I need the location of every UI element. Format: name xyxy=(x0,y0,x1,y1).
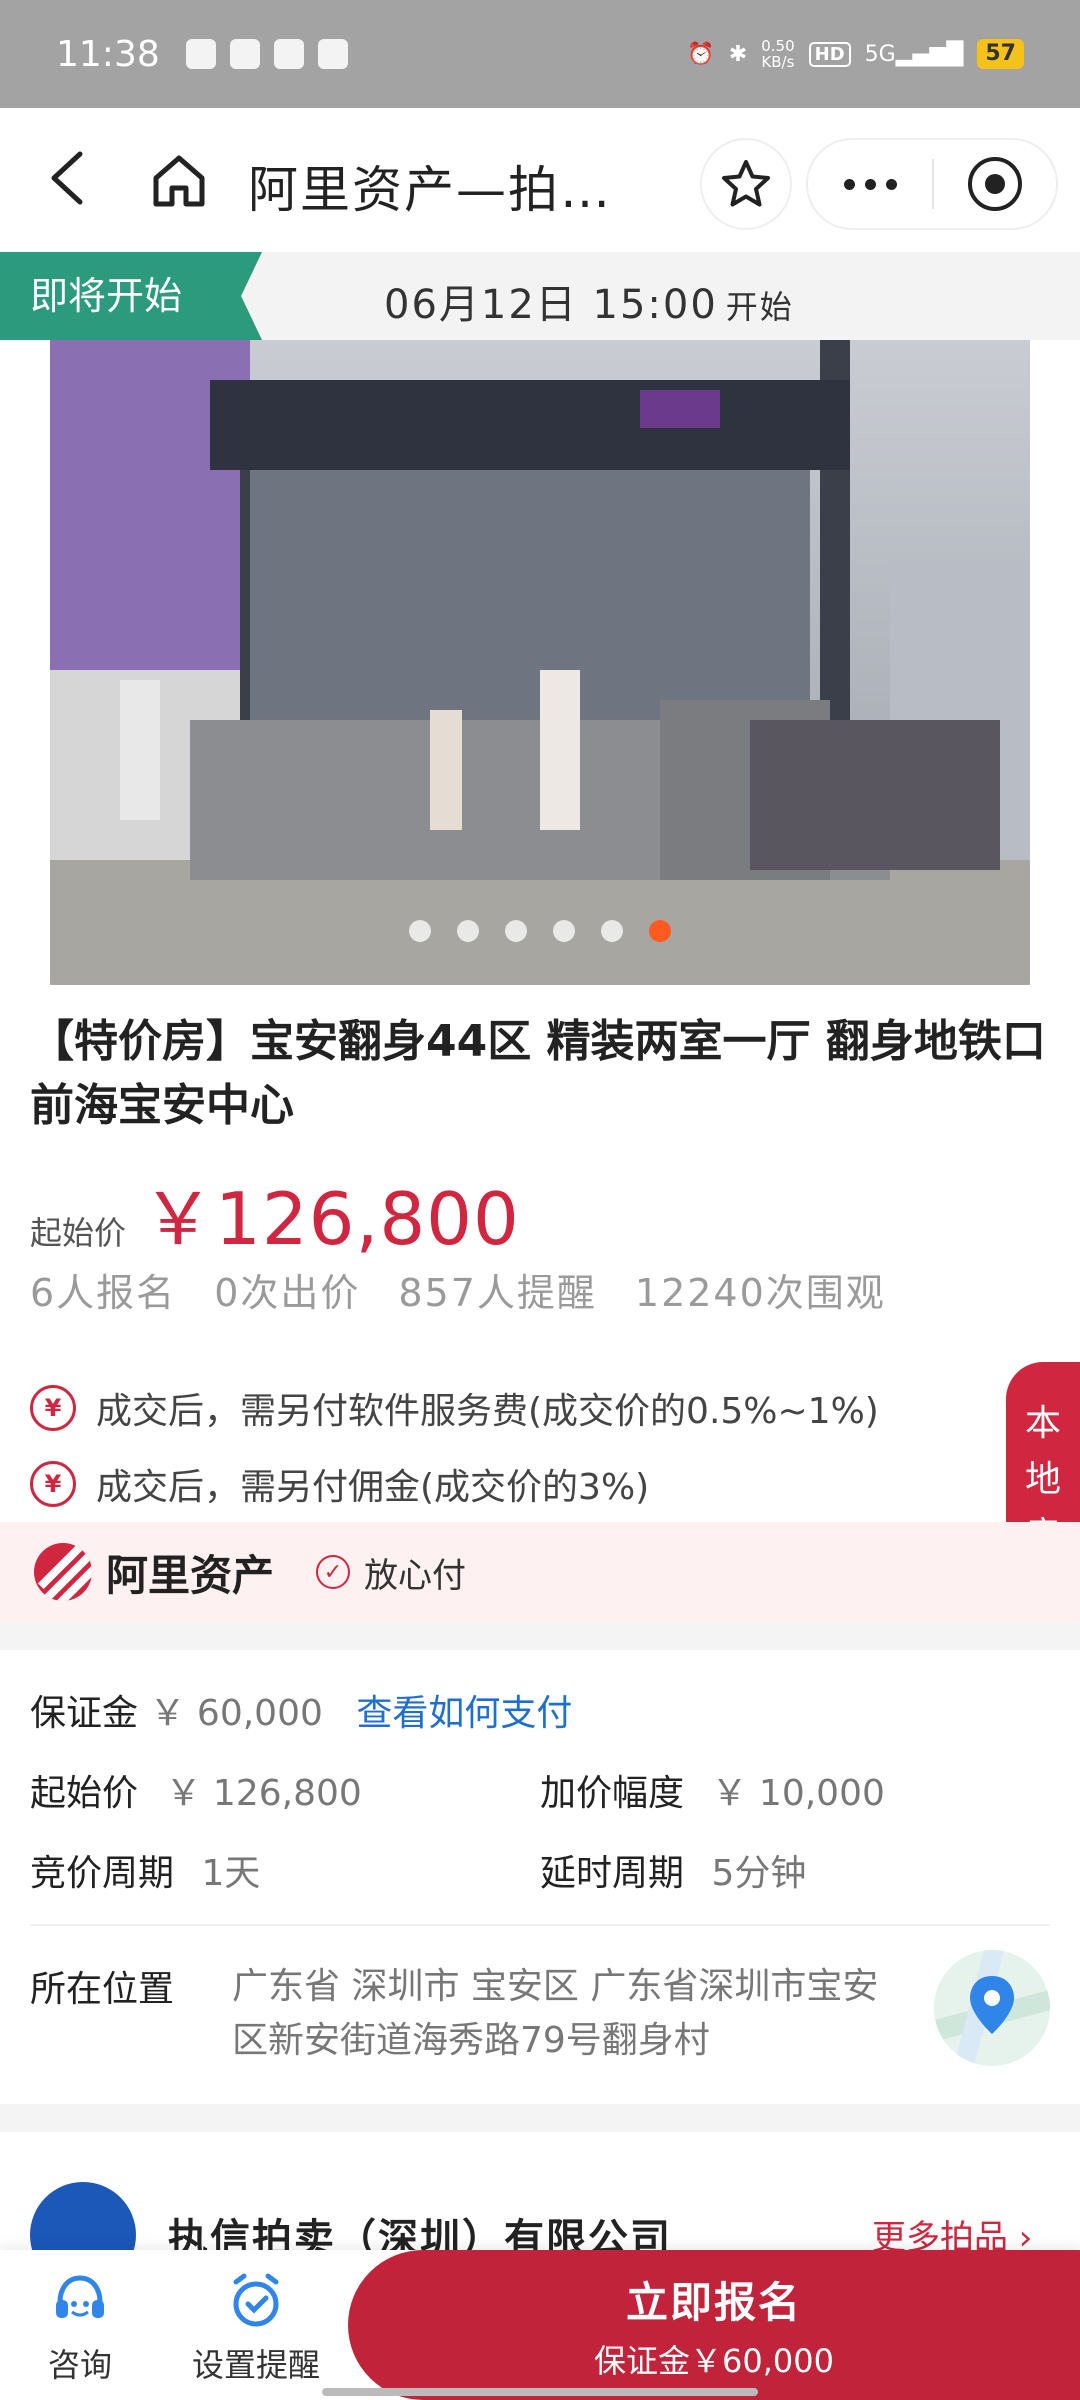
page-title: 阿里资产—拍… xyxy=(248,161,612,219)
favorite-button[interactable] xyxy=(700,138,792,230)
signup-count: 6人报名 xyxy=(30,1271,177,1315)
start-price: ￥126,800 xyxy=(142,1177,520,1261)
more-icon xyxy=(843,178,855,190)
home-indicator[interactable] xyxy=(322,2388,758,2396)
deposit-row: 保证金 ￥ 60,000 查看如何支付 xyxy=(30,1684,1050,1736)
fee-text: 成交后，需另付佣金(成交价的3%) xyxy=(96,1467,650,1508)
gallery-dot xyxy=(457,920,479,942)
how-to-pay-link[interactable]: 查看如何支付 xyxy=(356,1693,572,1734)
start-time: 06月12日 15:00 开始 xyxy=(384,282,794,328)
headset-icon xyxy=(56,2275,104,2318)
gallery-dot xyxy=(505,920,527,942)
map-pin-icon xyxy=(934,1950,1050,2066)
home-button[interactable] xyxy=(150,152,208,210)
reminder-count: 857人提醒 xyxy=(398,1271,597,1315)
deposit-value: ￥ 60,000 xyxy=(149,1693,323,1734)
top-nav: 阿里资产—拍… xyxy=(0,108,1080,252)
close-miniapp-button[interactable] xyxy=(934,138,1056,230)
listing-title: 【特价房】宝安翻身44区 精装两室一厅 翻身地铁口 前海宝安中心 xyxy=(30,1016,1046,1131)
miniapp-capsule xyxy=(806,138,1058,230)
increment-value: ￥ 10,000 xyxy=(711,1773,885,1814)
platform-brand: 阿里资产 xyxy=(106,1550,275,1600)
platform-strip: 阿里资产 ✓ 放心付 xyxy=(0,1522,1080,1622)
app-notification-icon xyxy=(229,39,260,69)
gallery-indicator xyxy=(0,920,1080,942)
fee-text: 成交后，需另付软件服务费(成交价的0.5%~1%) xyxy=(96,1391,879,1432)
consult-label: 咨询 xyxy=(48,2346,113,2384)
back-icon xyxy=(51,151,83,205)
check-icon: ✓ xyxy=(316,1555,351,1589)
fee-note: ¥ 成交后，需另付佣金(成交价的3%) xyxy=(30,1446,879,1522)
price-info-row: 起始价 ￥ 126,800 加价幅度 ￥ 10,000 xyxy=(30,1764,1050,1816)
bid-count: 0次出价 xyxy=(214,1271,361,1315)
app-notification-icon xyxy=(317,39,348,69)
signal-icon: 5G▂▄▆█ xyxy=(864,41,964,67)
fee-notes: ¥ 成交后，需另付软件服务费(成交价的0.5%~1%) ¥ 成交后，需另付佣金(… xyxy=(30,1370,879,1522)
section-gap xyxy=(0,2104,1080,2132)
extend-label: 延时周期 xyxy=(540,1853,685,1894)
set-reminder-button[interactable]: 设置提醒 xyxy=(192,2268,320,2386)
back-button[interactable] xyxy=(40,148,100,208)
yen-icon: ¥ xyxy=(30,1385,76,1431)
status-time: 11:38 xyxy=(56,33,160,75)
extend-value: 5分钟 xyxy=(711,1853,807,1894)
consult-button[interactable]: 咨询 xyxy=(48,2268,112,2386)
cycle-info-row: 竞价周期 1天 延时周期 5分钟 xyxy=(30,1844,1050,1896)
cycle-label: 竞价周期 xyxy=(30,1853,175,1894)
status-bar: 11:38 ⏰ ✱ 0.50 KB/s HD 5G▂▄▆█ 57 xyxy=(0,0,1080,108)
fee-note: ¥ 成交后，需另付软件服务费(成交价的0.5%~1%) xyxy=(30,1370,879,1446)
deposit-label: 保证金 xyxy=(30,1693,139,1734)
price-row: 起始价 ￥126,800 xyxy=(30,1160,520,1265)
bluetooth-icon: ✱ xyxy=(728,41,748,67)
cycle-value: 1天 xyxy=(201,1853,261,1894)
status-tag: 即将开始 xyxy=(0,252,262,340)
start-price-label: 起始价 xyxy=(30,1214,127,1252)
gallery-dot xyxy=(601,920,623,942)
app-notification-icon xyxy=(273,39,304,69)
gallery-dot xyxy=(553,920,575,942)
gallery-dot-active xyxy=(649,920,671,942)
bottom-action-bar: 咨询 设置提醒 立即报名 保证金￥60,000 xyxy=(0,2250,1080,2400)
battery-icon: 57 xyxy=(977,39,1024,69)
view-count: 12240次围观 xyxy=(634,1271,886,1315)
signup-label: 立即报名 xyxy=(625,2277,802,2327)
system-icons: ⏰ ✱ 0.50 KB/s HD 5G▂▄▆█ 57 xyxy=(687,38,1024,70)
yen-icon: ¥ xyxy=(30,1461,76,1507)
star-icon xyxy=(722,160,770,207)
auction-status-banner: 即将开始 06月12日 15:00 开始 xyxy=(0,252,1080,340)
app-notification-icon xyxy=(185,39,216,69)
start-label: 起始价 xyxy=(30,1773,139,1814)
ali-assets-logo-icon xyxy=(34,1543,92,1601)
alarm-icon: ⏰ xyxy=(687,41,715,67)
hd-badge: HD xyxy=(808,41,851,67)
listing-stats: 6人报名 0次出价 857人提醒 12240次围观 xyxy=(30,1262,886,1317)
gallery-dot xyxy=(409,920,431,942)
signup-button[interactable]: 立即报名 保证金￥60,000 xyxy=(348,2250,1080,2400)
property-photo[interactable] xyxy=(50,340,1030,985)
signup-deposit: 保证金￥60,000 xyxy=(594,2341,834,2380)
net-speed: 0.50 KB/s xyxy=(761,37,795,71)
location-address: 广东省 深圳市 宝安区 广东省深圳市宝安区新安街道海秀路79号翻身村 xyxy=(232,1966,879,2061)
more-button[interactable] xyxy=(808,138,932,230)
location-label: 所在位置 xyxy=(30,1969,175,2010)
map-button[interactable] xyxy=(934,1950,1050,2066)
divider xyxy=(30,1924,1050,1926)
section-gap xyxy=(0,1622,1080,1650)
guarantee-label: 放心付 xyxy=(364,1555,467,1596)
target-icon xyxy=(967,157,1022,211)
increment-label: 加价幅度 xyxy=(540,1773,685,1814)
start-value: ￥ 126,800 xyxy=(165,1773,362,1814)
subway-entrance-image xyxy=(50,340,1030,985)
alarm-clock-icon xyxy=(233,2273,279,2327)
auction-company[interactable]: 执信拍卖（深圳）有限公司 更多拍品 › xyxy=(0,2160,1080,2288)
reminder-label: 设置提醒 xyxy=(192,2346,321,2384)
notification-icons xyxy=(185,39,348,69)
home-icon xyxy=(153,155,205,207)
